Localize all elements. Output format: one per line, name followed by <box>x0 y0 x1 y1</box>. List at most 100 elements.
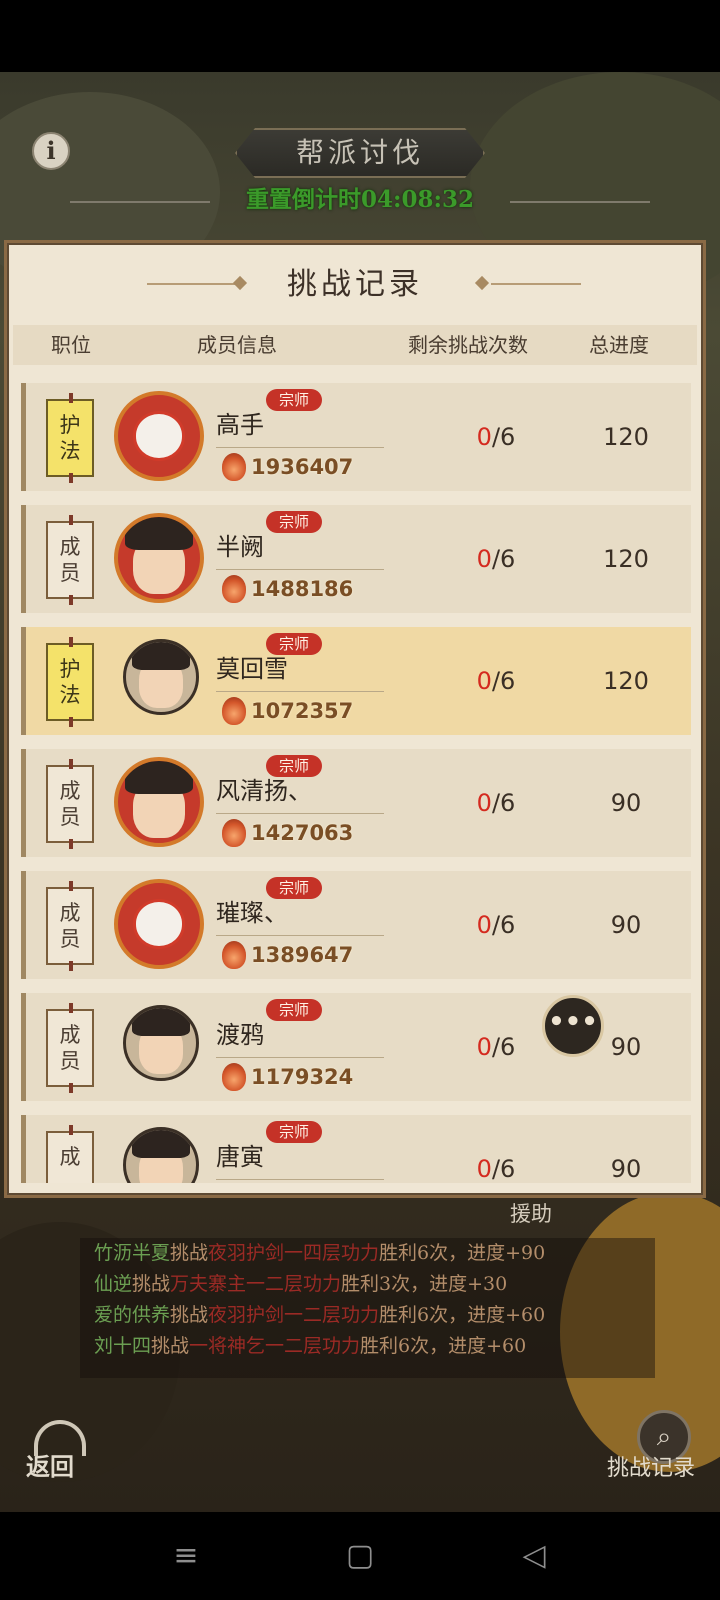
combat-power: 1389647 <box>251 943 354 967</box>
nav-back-icon[interactable]: ◁ <box>512 1534 556 1578</box>
attempts-total: /6 <box>491 423 516 451</box>
log-line: 竹沥半夏挑战夜羽护剑一四层功力胜利6次，进度+90 <box>94 1242 546 1264</box>
total-progress: 90 <box>610 911 642 939</box>
portrait-hair <box>131 642 191 670</box>
avatar[interactable] <box>123 1127 199 1183</box>
portrait-hair <box>124 761 194 794</box>
position-tag: 成员 <box>46 759 94 849</box>
attempts-used: 0 <box>476 423 492 451</box>
attempts-used: 0 <box>476 667 492 695</box>
back-button[interactable]: 返回 <box>26 1420 96 1482</box>
menu-icon[interactable]: ≡ <box>164 1534 208 1578</box>
challenge-log: 竹沥半夏挑战夜羽护剑一四层功力胜利6次，进度+90 仙逆挑战万夫寨主一二层功力胜… <box>80 1238 655 1378</box>
member-list[interactable]: 护法 宗师 高手 1936407 0/6 120 成员 宗师 半阙 148818… <box>21 383 693 1183</box>
member-row[interactable]: 成员 宗师 风清扬、 1427063 0/6 90 <box>21 749 691 857</box>
lion-dance-portrait <box>132 411 186 461</box>
flame-icon <box>222 453 246 481</box>
divider <box>216 569 384 570</box>
remaining-attempts: 0/6 <box>446 627 546 735</box>
avatar[interactable] <box>114 391 204 481</box>
column-header-position: 职位 <box>51 333 91 357</box>
attempts-total: /6 <box>491 667 516 695</box>
info-icon: i <box>46 136 56 165</box>
position-tag: 护法 <box>46 637 94 727</box>
remaining-attempts: 0/6 <box>446 871 546 979</box>
divider <box>510 201 650 203</box>
chat-button[interactable]: ••• <box>542 995 604 1057</box>
combat-power: 1936407 <box>251 455 354 479</box>
flame-icon <box>222 819 246 847</box>
rank-badge: 宗师 <box>266 1121 322 1143</box>
challenge-record-button[interactable]: ⌕ 挑战记录 <box>607 1410 717 1486</box>
total-progress: 90 <box>610 789 642 817</box>
log-line: 爱的供养挑战夜羽护剑一二层功力胜利6次，进度+60 <box>94 1304 546 1326</box>
chat-bubble-icon: ••• <box>548 1007 598 1037</box>
combat-power: 1427063 <box>251 821 354 845</box>
combat-power: 1488186 <box>251 577 354 601</box>
challenge-record-label: 挑战记录 <box>607 1456 696 1481</box>
member-row[interactable]: 护法 宗师 莫回雪 1072357 0/6 120 <box>21 627 691 735</box>
column-header-member-info: 成员信息 <box>197 333 277 357</box>
lion-dance-portrait <box>132 899 186 949</box>
remaining-attempts: 0/6 <box>446 1115 546 1183</box>
column-header-progress: 总进度 <box>589 333 649 357</box>
column-header-row: 职位 成员信息 剩余挑战次数 总进度 <box>13 325 697 365</box>
total-progress: 120 <box>603 423 649 451</box>
flame-icon <box>222 1063 246 1091</box>
status-bar <box>0 0 720 72</box>
attempts-used: 0 <box>476 1033 492 1061</box>
reset-countdown: 重置倒计时04:08:32 <box>245 186 474 213</box>
member-row[interactable]: 成员 宗师 半阙 1488186 0/6 120 <box>21 505 691 613</box>
system-nav-bar: ≡ ▢ ◁ <box>0 1512 720 1600</box>
column-header-remaining: 剩余挑战次数 <box>408 333 528 357</box>
avatar[interactable] <box>123 639 199 715</box>
position-tag: 成员 <box>46 1003 94 1093</box>
log-line: 仙逆挑战万夫寨主一二层功力胜利3次，进度+30 <box>94 1273 508 1295</box>
flame-icon <box>222 941 246 969</box>
position-tag: 成员 <box>46 515 94 605</box>
avatar[interactable] <box>123 1005 199 1081</box>
member-name: 莫回雪 <box>216 655 288 683</box>
divider <box>216 1179 384 1180</box>
attempts-used: 0 <box>476 789 492 817</box>
help-label[interactable]: 援助 <box>510 1198 552 1230</box>
rank-badge: 宗师 <box>266 389 322 411</box>
attempts-used: 0 <box>476 911 492 939</box>
total-progress: 90 <box>610 1155 642 1183</box>
member-name: 渡鸦 <box>216 1021 264 1049</box>
panel-title: 挑战记录 <box>287 267 423 302</box>
attempts-total: /6 <box>491 1033 516 1061</box>
avatar[interactable] <box>114 879 204 969</box>
flame-icon <box>222 575 246 603</box>
member-row[interactable]: 护法 宗师 高手 1936407 0/6 120 <box>21 383 691 491</box>
total-progress: 120 <box>603 667 649 695</box>
member-row[interactable]: 成 宗师 唐寅 0/6 90 <box>21 1115 691 1183</box>
member-name: 风清扬、 <box>216 777 312 805</box>
member-row[interactable]: 成员 宗师 璀璨、 1389647 0/6 90 <box>21 871 691 979</box>
attempts-used: 0 <box>476 1155 492 1183</box>
attempts-total: /6 <box>491 911 516 939</box>
back-arrow-icon <box>34 1420 86 1456</box>
combat-power: 1179324 <box>251 1065 354 1089</box>
divider <box>216 935 384 936</box>
portrait-hair <box>131 1130 191 1158</box>
attempts-total: /6 <box>491 789 516 817</box>
member-name: 唐寅 <box>216 1143 264 1171</box>
member-name: 半阙 <box>216 533 264 561</box>
combat-power: 1072357 <box>251 699 354 723</box>
home-icon[interactable]: ▢ <box>338 1534 382 1578</box>
remaining-attempts: 0/6 <box>446 993 546 1101</box>
attempts-used: 0 <box>476 545 492 573</box>
avatar[interactable] <box>114 757 204 847</box>
position-tag: 护法 <box>46 393 94 483</box>
avatar[interactable] <box>114 513 204 603</box>
attempts-total: /6 <box>491 545 516 573</box>
total-progress: 120 <box>603 545 649 573</box>
member-name: 高手 <box>216 411 264 439</box>
log-line: 刘十四挑战一将神乞一二层功力胜利6次，进度+60 <box>94 1335 527 1357</box>
challenge-record-panel: 挑战记录 职位 成员信息 剩余挑战次数 总进度 护法 宗师 高手 1936407… <box>4 240 706 1198</box>
rank-badge: 宗师 <box>266 999 322 1021</box>
info-button[interactable]: i <box>32 132 70 170</box>
portrait-hair <box>124 517 194 550</box>
back-label: 返回 <box>26 1452 74 1481</box>
